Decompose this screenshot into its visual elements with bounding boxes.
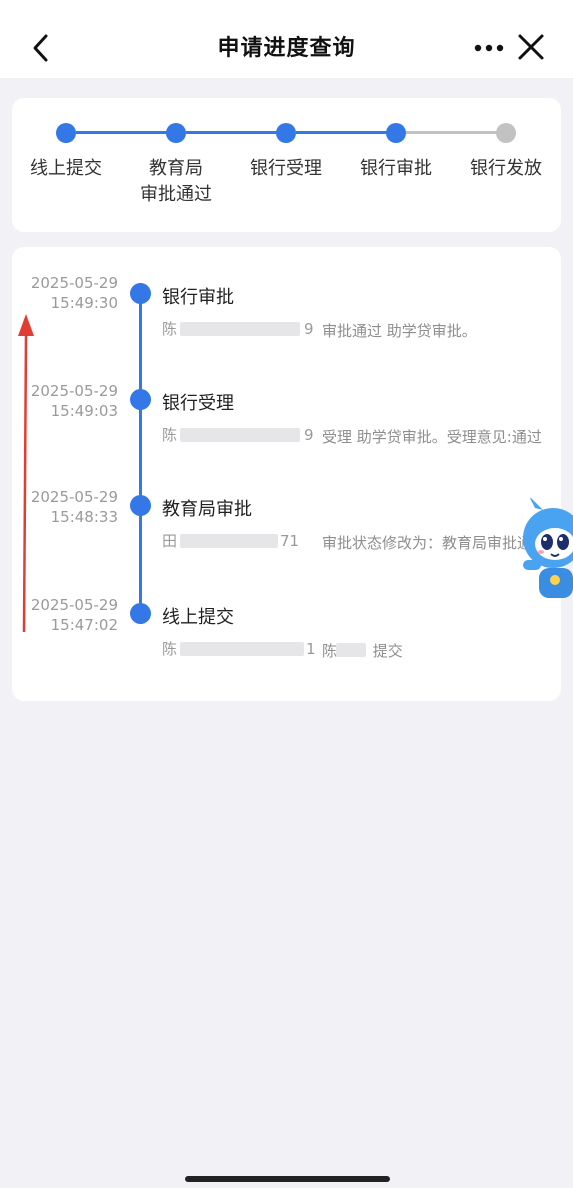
step-label: 银行发放 <box>470 158 542 179</box>
step-dot-done <box>56 123 76 143</box>
timeline-dot <box>130 283 151 304</box>
step-connector <box>296 131 396 134</box>
step-dot-done <box>276 123 296 143</box>
timeline-dot <box>130 495 151 516</box>
timeline-dot <box>130 603 151 624</box>
timeline-timestamp: 2025-05-29 15:48:33 <box>30 488 118 526</box>
timeline-item: 2025-05-29 15:48:33 教育局审批 田 71 审批状态修改为：教… <box>12 469 561 569</box>
step-dot-done <box>166 123 186 143</box>
step-dot-pending <box>496 123 516 143</box>
nav-header: 申请进度查询 <box>0 0 573 78</box>
timeline-description: 受理 助学贷审批。受理意见:通过 <box>322 428 542 446</box>
close-icon[interactable] <box>516 32 546 62</box>
timeline-item: 2025-05-29 15:49:30 银行审批 陈 9 审批通过 助学贷审批。 <box>12 257 561 357</box>
home-indicator <box>185 1176 390 1182</box>
step-label: 银行审批 <box>360 158 432 179</box>
step-label: 线上提交 <box>30 158 102 179</box>
step-connector <box>76 131 176 134</box>
timeline-title: 银行受理 <box>162 393 234 414</box>
blue-robot-mascot-icon[interactable] <box>515 498 573 603</box>
timeline-item: 2025-05-29 15:47:02 线上提交 陈 1 陈 提交 <box>12 577 561 677</box>
operator-name-redacted: 陈 9 <box>162 320 314 338</box>
timeline-title: 线上提交 <box>162 607 234 628</box>
step-label: 教育局 审批通过 <box>140 158 212 205</box>
timeline-title: 银行审批 <box>162 287 234 308</box>
operator-name-redacted: 陈 9 <box>162 426 314 444</box>
step-connector <box>186 131 286 134</box>
red-arrow-annotation <box>18 314 34 633</box>
submitter-name-redacted: 陈 <box>322 639 368 663</box>
more-dots-icon[interactable] <box>472 34 506 62</box>
step-label: 银行受理 <box>250 158 322 179</box>
step-connector <box>406 131 506 134</box>
progress-stepper: 线上提交 教育局 审批通过 银行受理 银行审批 银行发放 <box>12 98 561 232</box>
timeline-title: 教育局审批 <box>162 499 252 520</box>
timeline-timestamp: 2025-05-29 15:49:30 <box>30 274 118 312</box>
timeline-dot <box>130 389 151 410</box>
timeline-description: 陈 提交 <box>322 639 547 663</box>
timeline-item: 2025-05-29 15:49:03 银行受理 陈 9 受理 助学贷审批。受理… <box>12 363 561 463</box>
timeline-timestamp: 2025-05-29 15:47:02 <box>30 596 118 634</box>
timeline-timestamp: 2025-05-29 15:49:03 <box>30 382 118 420</box>
timeline-description: 审批状态修改为：教育局审批通过 <box>322 534 548 552</box>
step-dot-done <box>386 123 406 143</box>
operator-name-redacted: 陈 1 <box>162 640 316 658</box>
timeline-description: 审批通过 助学贷审批。 <box>322 322 477 340</box>
operator-name-redacted: 田 71 <box>162 532 300 550</box>
timeline-card: 2025-05-29 15:49:30 银行审批 陈 9 审批通过 助学贷审批。… <box>12 247 561 701</box>
